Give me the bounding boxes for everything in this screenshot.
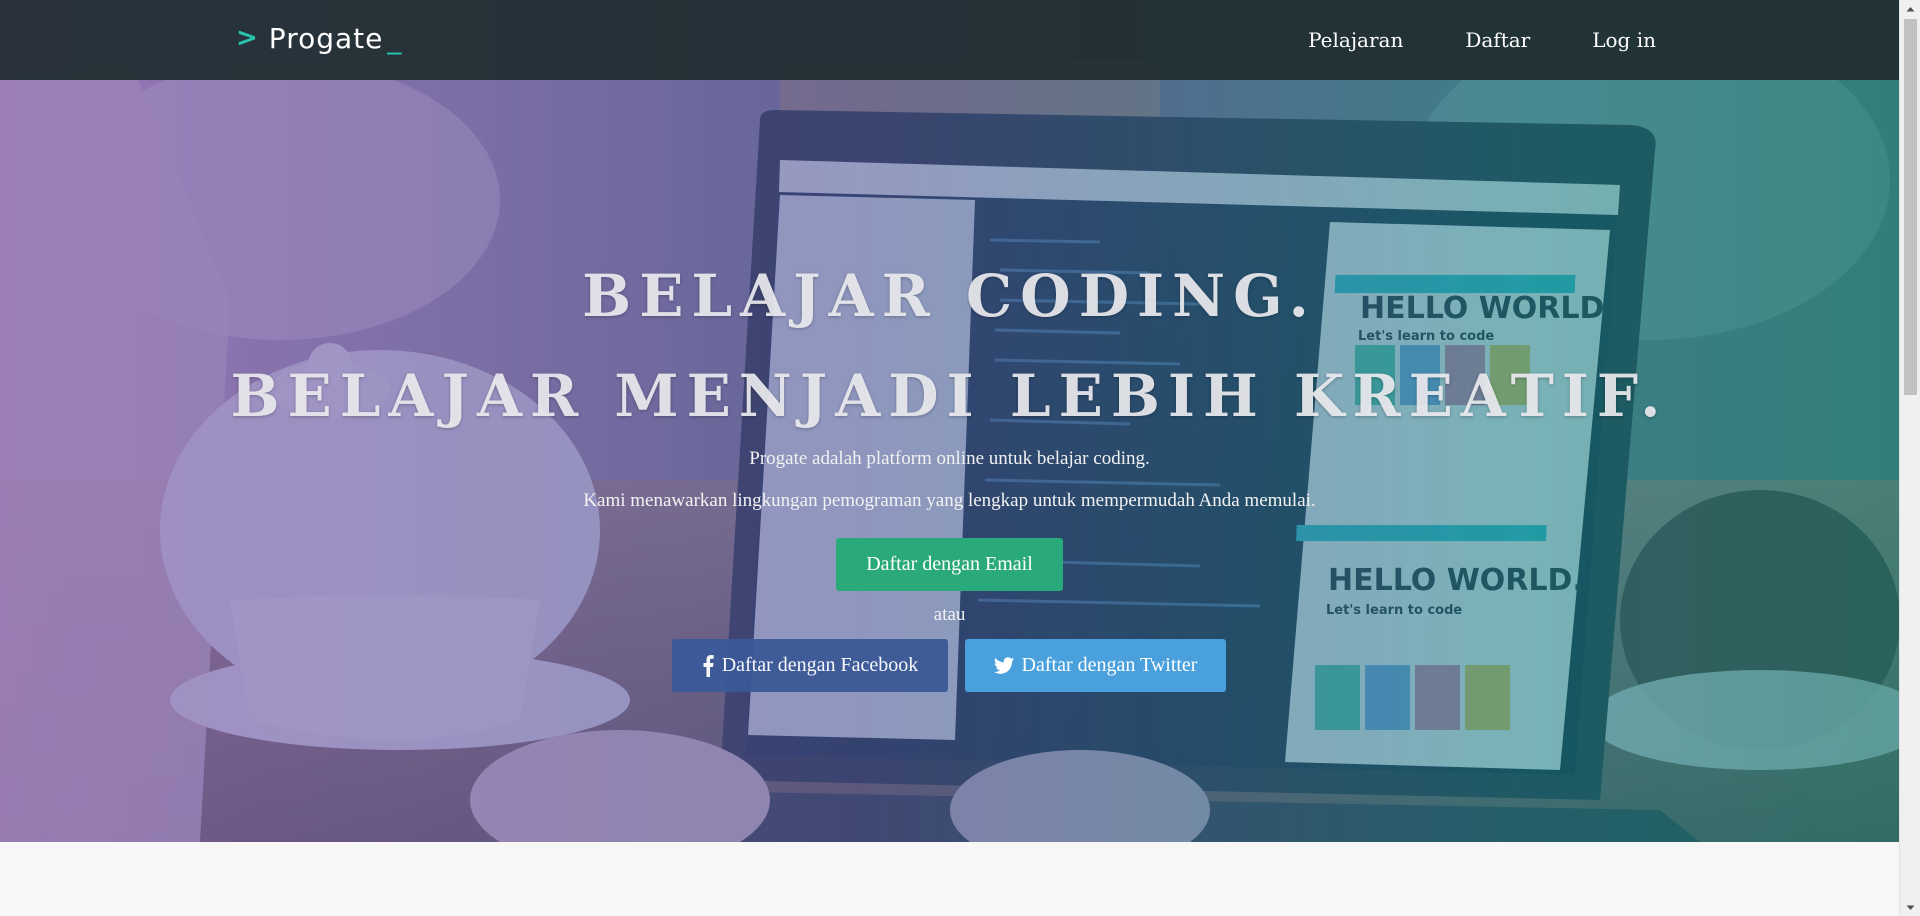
signup-facebook-label: Daftar dengan Facebook [721, 654, 919, 676]
scrollbar-thumb[interactable] [1904, 19, 1917, 395]
twitter-icon [993, 657, 1014, 674]
signup-email-label: Daftar dengan Email [866, 553, 1033, 575]
navbar: > Progate _ Pelajaran Daftar Log in [0, 0, 1899, 80]
signup-twitter-button[interactable]: Daftar dengan Twitter [965, 639, 1226, 692]
headline-secondary: BELAJAR MENJADI LEBIH KREATIF. [230, 362, 1669, 430]
logo[interactable]: > Progate _ [236, 20, 402, 56]
hero-description-2: Kami menawarkan lingkungan pemograman ya… [583, 490, 1316, 511]
hero-content: BELAJAR CODING. BELAJAR MENJADI LEBIH KR… [0, 0, 1899, 842]
page: HELLO WORLD. Let's learn to code HELLO W… [0, 0, 1920, 916]
signup-email-button[interactable]: Daftar dengan Email [836, 538, 1063, 591]
page-scrollbar[interactable] [1899, 0, 1920, 916]
nav-link-daftar[interactable]: Daftar [1465, 28, 1530, 52]
content-section [0, 842, 1899, 916]
signup-twitter-label: Daftar dengan Twitter [1021, 654, 1198, 676]
signup-facebook-button[interactable]: Daftar dengan Facebook [672, 639, 948, 692]
headline-primary: BELAJAR CODING. [582, 262, 1317, 330]
nav-links: Pelajaran Daftar Log in [1246, 0, 1656, 80]
logo-text: Progate [268, 21, 384, 55]
chevron-right-icon: > [236, 23, 259, 53]
logo-cursor-icon: _ [387, 21, 403, 55]
nav-link-pelajaran[interactable]: Pelajaran [1308, 28, 1403, 52]
nav-link-login[interactable]: Log in [1592, 28, 1656, 52]
chevron-up-icon[interactable] [1900, 0, 1920, 17]
chevron-down-icon[interactable] [1900, 899, 1920, 916]
hero-description-1: Progate adalah platform online untuk bel… [749, 448, 1150, 469]
facebook-icon [702, 654, 714, 677]
or-separator: atau [933, 604, 966, 625]
